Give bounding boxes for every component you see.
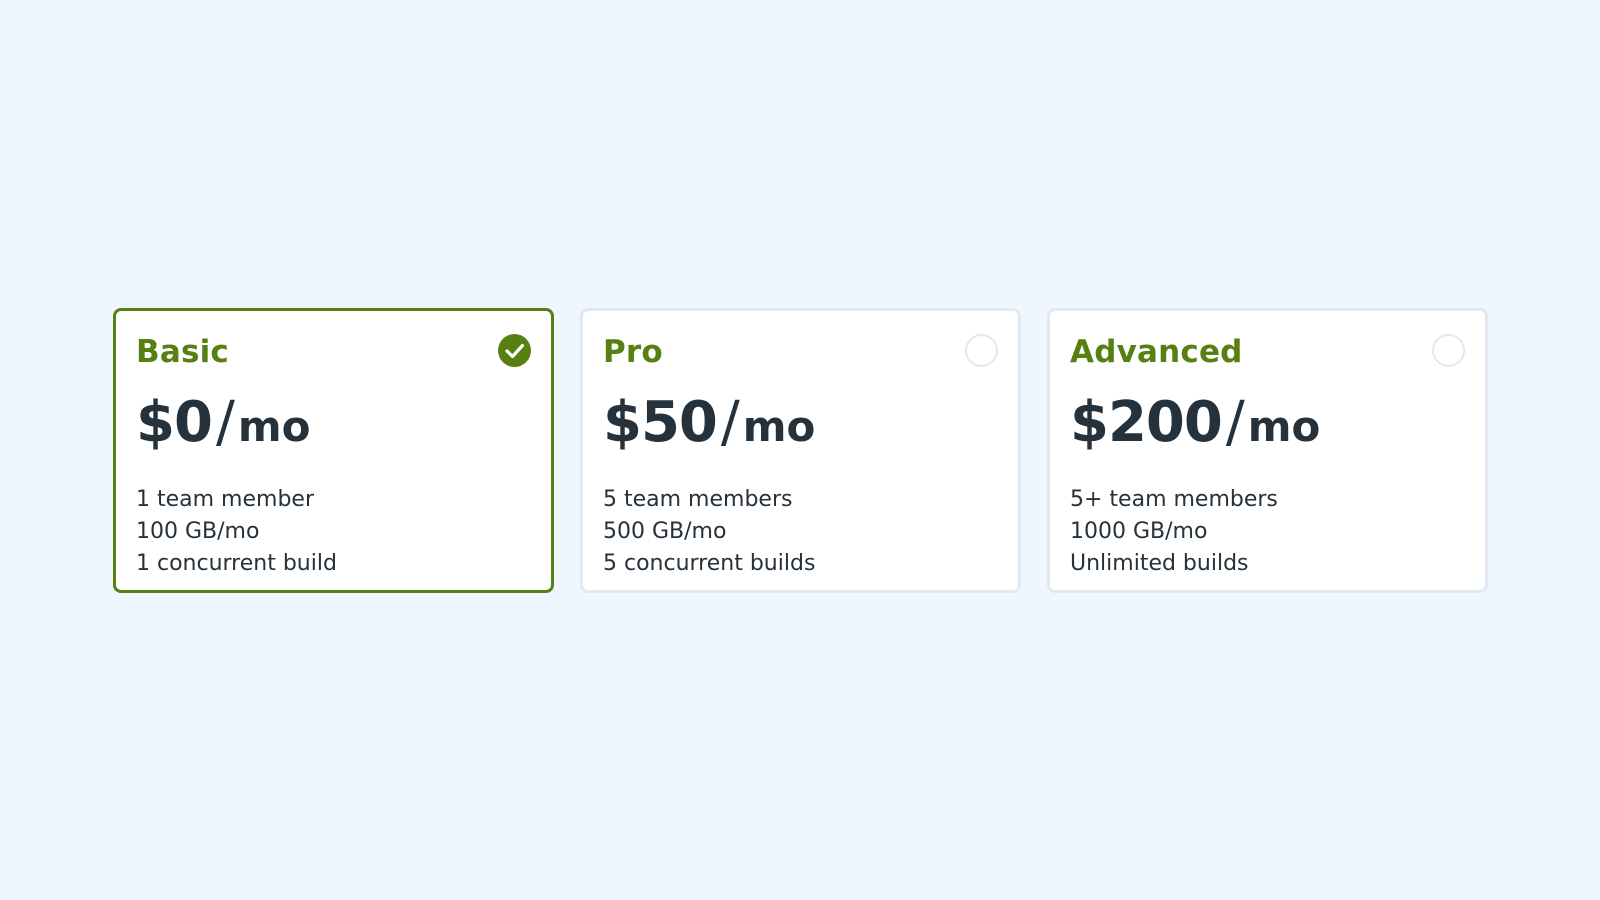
feature-item: 5 concurrent builds [603,551,816,576]
feature-item: Unlimited builds [1070,551,1249,576]
plan-card-basic[interactable]: Basic $0/mo 1 team member 100 GB/mo 1 co… [113,308,554,593]
check-circle-icon[interactable] [498,334,531,367]
price-amount: $200 [1070,390,1223,455]
plan-selector: Basic $0/mo 1 team member 100 GB/mo 1 co… [113,308,1488,593]
price-separator: / [215,390,235,455]
plan-name: Basic [136,334,230,370]
radio-circle-icon[interactable] [965,334,998,367]
price-separator: / [720,390,740,455]
feature-item: 500 GB/mo [603,519,727,544]
price-separator: / [1225,390,1245,455]
radio-circle-icon[interactable] [1432,334,1465,367]
price-amount: $0 [136,390,213,455]
plan-price: $200/mo [1070,391,1465,468]
feature-item: 1 concurrent build [136,551,337,576]
feature-item: 1000 GB/mo [1070,519,1208,544]
plan-features: 5+ team members 1000 GB/mo Unlimited bui… [1070,484,1465,580]
feature-item: 1 team member [136,487,314,512]
price-amount: $50 [603,390,718,455]
plan-card-pro[interactable]: Pro $50/mo 5 team members 500 GB/mo 5 co… [580,308,1021,593]
price-unit: mo [237,402,311,451]
plan-price: $50/mo [603,391,998,468]
plan-features: 1 team member 100 GB/mo 1 concurrent bui… [136,484,531,580]
plan-price: $0/mo [136,391,531,468]
price-unit: mo [742,402,816,451]
plan-card-advanced[interactable]: Advanced $200/mo 5+ team members 1000 GB… [1047,308,1488,593]
plan-name: Advanced [1070,334,1243,370]
feature-item: 5 team members [603,487,793,512]
price-unit: mo [1247,402,1321,451]
plan-name: Pro [603,334,663,370]
feature-item: 100 GB/mo [136,519,260,544]
feature-item: 5+ team members [1070,487,1278,512]
plan-features: 5 team members 500 GB/mo 5 concurrent bu… [603,484,998,580]
